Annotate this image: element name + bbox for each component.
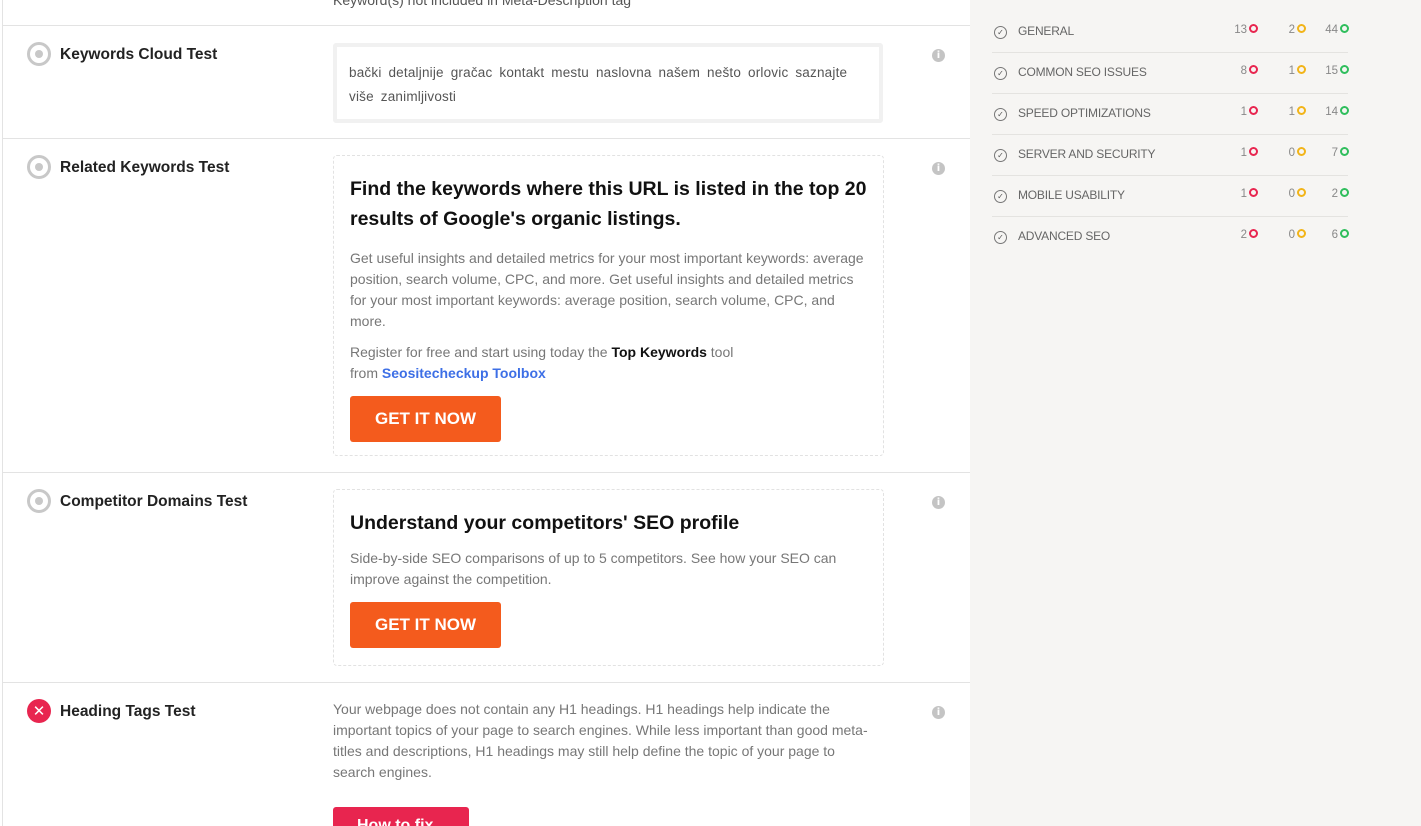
heading-tags-result-text: Your webpage does not contain any H1 hea… xyxy=(333,701,868,780)
failed-count: 1 xyxy=(1216,147,1258,159)
passed-count: 14 xyxy=(1306,106,1349,118)
check-circle-icon: ✓ xyxy=(994,67,1007,80)
red-dot-icon xyxy=(1249,229,1258,238)
sidebar-item-general[interactable]: ✓ GENERAL 13 2 44 xyxy=(992,12,1349,53)
green-dot-icon xyxy=(1340,106,1349,115)
green-dot-icon xyxy=(1340,188,1349,197)
page: Keyword(s) not included in Meta-Descript… xyxy=(0,0,1421,826)
failed-count: 1 xyxy=(1216,106,1258,118)
top-keywords-link-text: Top Keywords xyxy=(611,344,707,360)
red-dot-icon xyxy=(1249,106,1258,115)
promo-heading: Find the keywords where this URL is list… xyxy=(350,178,867,230)
category-label: MOBILE USABILITY xyxy=(1018,188,1125,202)
top-keywords-promo: Find the keywords where this URL is list… xyxy=(333,155,884,456)
neutral-status-icon xyxy=(27,42,51,66)
test-row-keywords-cloud: Keywords Cloud Test bački detaljnije gra… xyxy=(3,25,970,139)
sidebar-item-server-and-security[interactable]: ✓ SERVER AND SECURITY 1 0 7 xyxy=(992,135,1349,176)
passed-count: 2 xyxy=(1306,188,1349,200)
red-dot-icon xyxy=(1249,24,1258,33)
get-it-now-button[interactable]: GET IT NOW xyxy=(350,602,502,648)
warning-count: 1 xyxy=(1264,106,1306,118)
info-icon[interactable]: i xyxy=(932,706,945,719)
test-title: Competitor Domains Test xyxy=(60,493,248,510)
warning-count: 0 xyxy=(1264,188,1306,200)
promo-register-text: Register for free and start using today … xyxy=(350,344,734,381)
sidebar-item-speed-optimizations[interactable]: ✓ SPEED OPTIMIZATIONS 1 1 14 xyxy=(992,94,1349,135)
toolbox-link[interactable]: Seositecheckup Toolbox xyxy=(382,365,546,381)
yellow-dot-icon xyxy=(1297,147,1306,156)
green-dot-icon xyxy=(1340,229,1349,238)
check-circle-icon: ✓ xyxy=(994,231,1007,244)
how-to-fix-button[interactable]: How to fix xyxy=(333,807,469,826)
test-title: Heading Tags Test xyxy=(60,703,196,720)
category-label: COMMON SEO ISSUES xyxy=(1018,65,1147,79)
sidebar-item-advanced-seo[interactable]: ✓ ADVANCED SEO 2 0 6 xyxy=(992,217,1349,258)
yellow-dot-icon xyxy=(1297,229,1306,238)
passed-count: 6 xyxy=(1306,229,1349,241)
failed-count: 1 xyxy=(1216,188,1258,200)
warning-count: 0 xyxy=(1264,229,1306,241)
failed-count: 2 xyxy=(1216,229,1258,241)
category-summary-sidebar: ✓ GENERAL 13 2 44 ✓ COMMON SEO ISSUES 8 … xyxy=(970,0,1421,826)
warning-count: 0 xyxy=(1264,147,1306,159)
test-row-related-keywords: Related Keywords Test Find the keywords … xyxy=(3,138,970,473)
red-dot-icon xyxy=(1249,65,1258,74)
failed-count: 13 xyxy=(1216,24,1258,36)
check-circle-icon: ✓ xyxy=(994,190,1007,203)
info-icon[interactable]: i xyxy=(932,162,945,175)
info-icon[interactable]: i xyxy=(932,49,945,62)
fail-x-icon: ✕ xyxy=(27,699,51,723)
check-circle-icon: ✓ xyxy=(994,108,1007,121)
test-row-competitor-domains: Competitor Domains Test Understand your … xyxy=(3,472,970,683)
category-label: ADVANCED SEO xyxy=(1018,229,1111,243)
category-label: GENERAL xyxy=(1018,24,1074,38)
red-dot-icon xyxy=(1249,147,1258,156)
category-label: SERVER AND SECURITY xyxy=(1018,147,1156,161)
results-column: Keyword(s) not included in Meta-Descript… xyxy=(2,0,971,826)
get-it-now-button[interactable]: GET IT NOW xyxy=(350,396,502,442)
info-icon[interactable]: i xyxy=(932,496,945,509)
sidebar-item-mobile-usability[interactable]: ✓ MOBILE USABILITY 1 0 2 xyxy=(992,176,1349,217)
neutral-status-icon xyxy=(27,489,51,513)
green-dot-icon xyxy=(1340,147,1349,156)
passed-count: 44 xyxy=(1306,24,1349,36)
previous-test-text: Keyword(s) not included in Meta-Descript… xyxy=(333,0,632,8)
warning-count: 2 xyxy=(1264,24,1306,36)
test-title: Related Keywords Test xyxy=(60,159,230,176)
green-dot-icon xyxy=(1340,65,1349,74)
passed-count: 7 xyxy=(1306,147,1349,159)
check-circle-icon: ✓ xyxy=(994,26,1007,39)
passed-count: 15 xyxy=(1306,65,1349,77)
promo-description: Get useful insights and detailed metrics… xyxy=(350,250,864,329)
yellow-dot-icon xyxy=(1297,24,1306,33)
competitor-promo: Understand your competitors' SEO profile… xyxy=(333,489,884,666)
yellow-dot-icon xyxy=(1297,188,1306,197)
test-title: Keywords Cloud Test xyxy=(60,46,218,63)
test-row-heading-tags: ✕ Heading Tags Test Your webpage does no… xyxy=(3,682,970,826)
neutral-status-icon xyxy=(27,155,51,179)
red-dot-icon xyxy=(1249,188,1258,197)
yellow-dot-icon xyxy=(1297,65,1306,74)
green-dot-icon xyxy=(1340,24,1349,33)
failed-count: 8 xyxy=(1216,65,1258,77)
category-label: SPEED OPTIMIZATIONS xyxy=(1018,106,1151,120)
sidebar-item-common-seo-issues[interactable]: ✓ COMMON SEO ISSUES 8 1 15 xyxy=(992,53,1349,94)
warning-count: 1 xyxy=(1264,65,1306,77)
check-circle-icon: ✓ xyxy=(994,149,1007,162)
yellow-dot-icon xyxy=(1297,106,1306,115)
promo-description: Side-by-side SEO comparisons of up to 5 … xyxy=(350,550,837,587)
keywords-cloud-box: bački detaljnije gračac kontakt mestu na… xyxy=(333,43,883,123)
promo-heading: Understand your competitors' SEO profile xyxy=(350,512,740,534)
